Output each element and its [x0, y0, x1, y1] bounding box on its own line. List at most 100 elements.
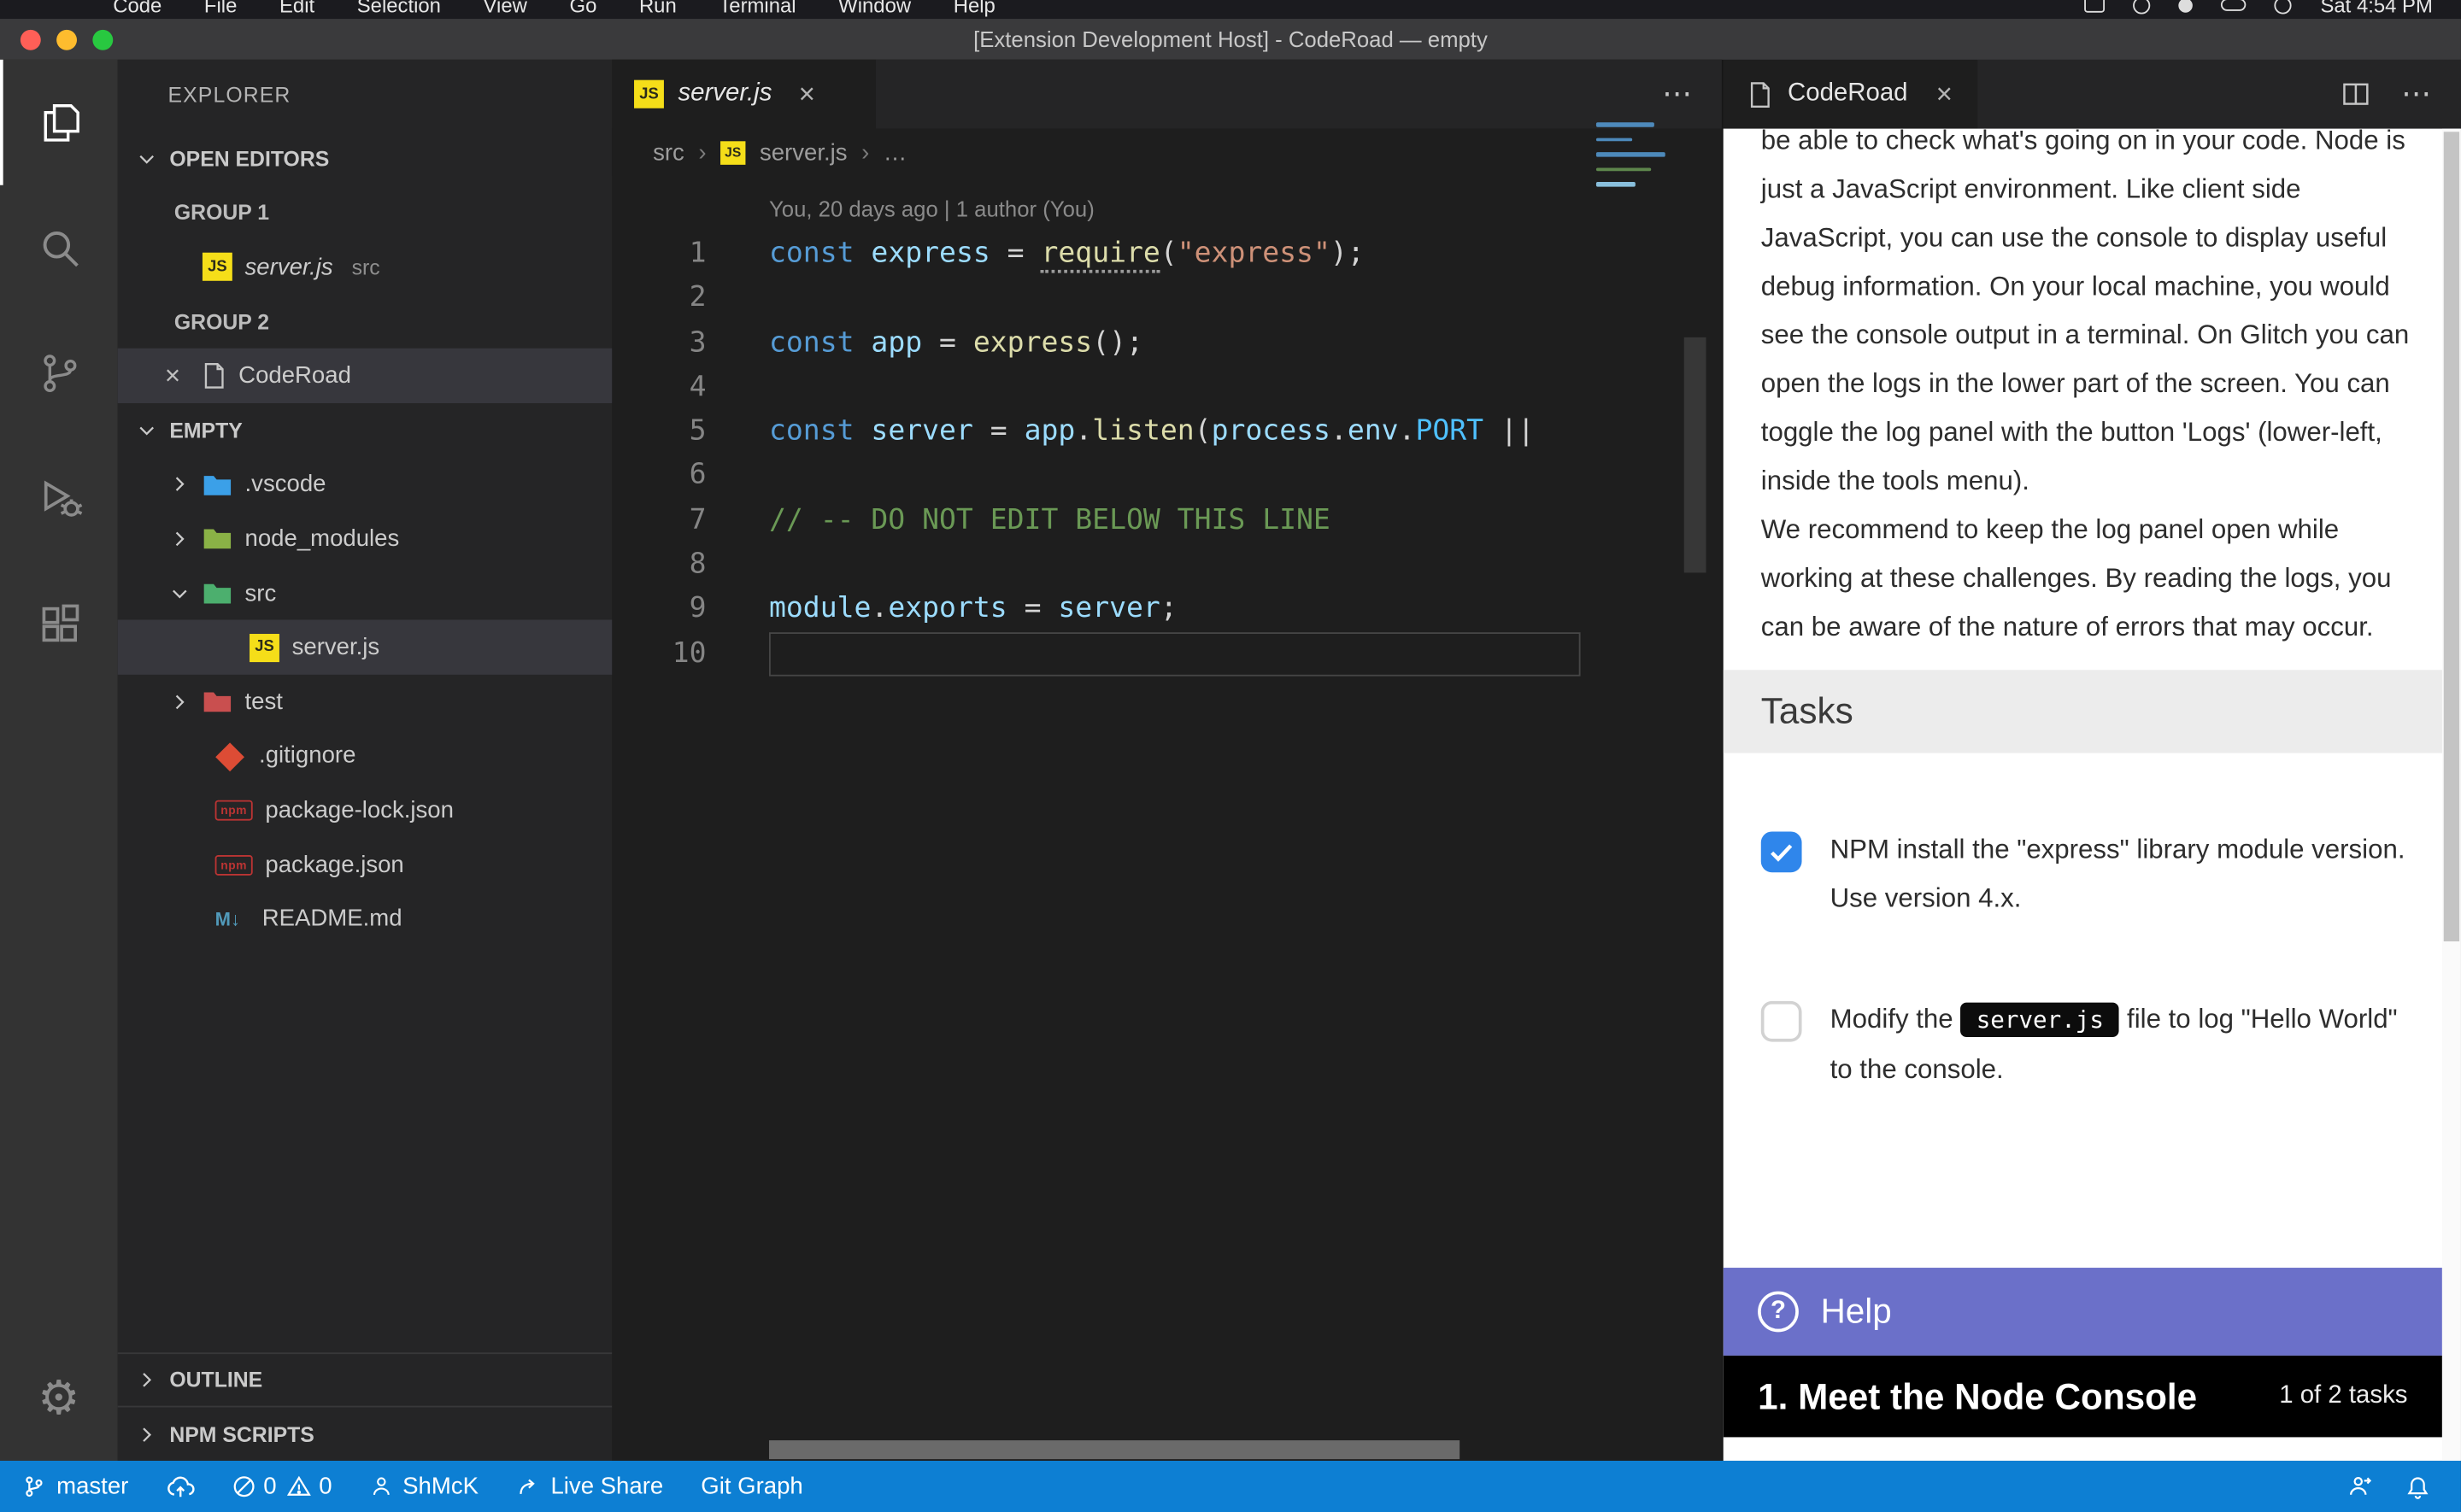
explorer-icon[interactable] [0, 60, 118, 185]
tutorial-paragraph: be able to check what's going on in your… [1761, 129, 2423, 506]
zoom-window-button[interactable] [92, 29, 113, 50]
menu-help[interactable]: Help [954, 0, 996, 16]
lesson-header: 1. Meet the Node Console 1 of 2 tasks [1724, 1356, 2442, 1438]
tree-item-node-modules[interactable]: node_modules [118, 512, 613, 566]
editor-vertical-scrollbar[interactable] [1684, 337, 1706, 573]
code-line[interactable]: 4 [612, 366, 1722, 410]
record-icon[interactable] [2179, 0, 2194, 12]
breadcrumb-src[interactable]: src [653, 139, 684, 166]
code-line[interactable]: 10 [612, 632, 1722, 677]
battery-icon[interactable] [2222, 0, 2247, 11]
menu-file[interactable]: File [204, 0, 237, 16]
vscode-window: Code File Edit Selection View Go Run Ter… [0, 0, 2461, 1512]
source-control-icon[interactable] [0, 311, 118, 437]
settings-gear-icon[interactable]: ⚙ [0, 1371, 118, 1426]
code-line[interactable]: 5const server = app.listen(process.env.P… [612, 410, 1722, 454]
tree-item-test[interactable]: test [118, 675, 613, 730]
task-item-modify-server: Modify the server.js file to log "Hello … [1761, 994, 2423, 1093]
macos-menubar: Code File Edit Selection View Go Run Ter… [0, 0, 2461, 19]
breadcrumb-file[interactable]: server.js [760, 139, 848, 166]
activity-bar: ⚙ [0, 60, 118, 1461]
menu-selection[interactable]: Selection [357, 0, 441, 16]
workspace-section-header[interactable]: EMPTY [118, 403, 613, 458]
control-center-icon[interactable] [2275, 0, 2292, 14]
help-section[interactable]: ? Help [1724, 1268, 2442, 1356]
tasks-header: Tasks [1724, 670, 2461, 753]
statusbar-user[interactable]: ShMcK [370, 1474, 479, 1500]
breadcrumb-symbol[interactable]: … [884, 139, 907, 166]
code-line[interactable]: 9module.exports = server; [612, 588, 1722, 632]
tree-item-serverjs[interactable]: JS server.js [118, 620, 613, 675]
statusbar-live-share[interactable]: Live Share [516, 1474, 663, 1500]
code-editor[interactable]: You, 20 days ago | 1 author (You) 1const… [612, 176, 1722, 1461]
code-line[interactable]: 1const express = require("express"); [612, 232, 1722, 277]
notifications-bell-icon[interactable] [2406, 1474, 2430, 1499]
menu-code[interactable]: Code [113, 0, 162, 16]
menu-window[interactable]: Window [838, 0, 911, 16]
tree-item-package-json[interactable]: npm package.json [118, 837, 613, 892]
webview-scrollbar[interactable] [2442, 129, 2461, 1461]
gitlens-annotation: You, 20 days ago | 1 author (You) [612, 176, 1722, 232]
file-icon [203, 363, 226, 390]
close-tab-icon[interactable]: × [799, 78, 815, 111]
editor-group-2-label: GROUP 2 [118, 295, 613, 349]
tree-item-gitignore[interactable]: .gitignore [118, 729, 613, 783]
code-line[interactable]: 6 [612, 454, 1722, 499]
open-editor-serverjs[interactable]: JS server.js src [118, 240, 613, 295]
markdown-icon: M↓ [215, 908, 250, 930]
more-actions-icon[interactable]: ⋯ [1662, 76, 1694, 112]
task-item-npm-install: NPM install the "express" library module… [1761, 825, 2423, 923]
webview-scrollbar-thumb[interactable] [2444, 132, 2459, 941]
statusbar-branch[interactable]: master [22, 1474, 129, 1500]
menu-edit[interactable]: Edit [279, 0, 314, 16]
js-file-icon: JS [250, 633, 279, 661]
editor-horizontal-scrollbar[interactable] [769, 1440, 1460, 1459]
statusbar-git-graph[interactable]: Git Graph [701, 1474, 802, 1500]
code-lines[interactable]: 1const express = require("express");23co… [612, 232, 1722, 677]
folder-icon [203, 581, 232, 606]
js-file-icon: JS [634, 80, 664, 108]
search-icon[interactable] [0, 185, 118, 311]
js-file-icon: JS [720, 140, 745, 164]
task-checkbox-unchecked[interactable] [1761, 1001, 1802, 1042]
inline-code-chip: server.js [1960, 1003, 2119, 1037]
code-line[interactable]: 7// -- DO NOT EDIT BELOW THIS LINE [612, 499, 1722, 543]
tree-item-readme[interactable]: M↓ README.md [118, 892, 613, 946]
screen-mirror-icon[interactable] [2085, 0, 2106, 13]
more-actions-icon[interactable]: ⋯ [2401, 76, 2433, 112]
run-debug-icon[interactable] [0, 437, 118, 562]
warnings-icon [287, 1474, 311, 1498]
menu-terminal[interactable]: Terminal [719, 0, 796, 16]
open-editors-header[interactable]: OPEN EDITORS [118, 132, 613, 186]
menu-go[interactable]: Go [569, 0, 596, 16]
extensions-icon[interactable] [0, 562, 118, 688]
code-line[interactable]: 2 [612, 277, 1722, 321]
sidebar-title: EXPLORER [118, 60, 613, 129]
split-editor-icon[interactable] [2341, 80, 2370, 108]
code-line[interactable]: 3const app = express(); [612, 321, 1722, 366]
task-checkbox-checked[interactable] [1761, 831, 1802, 872]
tab-serverjs[interactable]: JS server.js × [612, 60, 876, 129]
menubar-clock[interactable]: Sat 4:54 PM [2320, 0, 2432, 16]
close-tab-icon[interactable]: × [1936, 78, 1953, 111]
npm-scripts-section-header[interactable]: NPM SCRIPTS [118, 1406, 613, 1461]
tree-item-src[interactable]: src [118, 566, 613, 621]
menu-view[interactable]: View [484, 0, 527, 16]
panel-tab-bar: CodeRoad × ⋯ [1724, 60, 2461, 129]
code-line[interactable]: 8 [612, 543, 1722, 588]
statusbar-problems[interactable]: 0 0 [232, 1474, 332, 1500]
open-editor-coderoad[interactable]: × CodeRoad [118, 349, 613, 403]
editor-tab-bar: JS server.js × ⋯ [612, 60, 1722, 129]
close-window-button[interactable] [21, 29, 41, 50]
account-icon[interactable] [2348, 1474, 2372, 1498]
statusbar-sync[interactable] [166, 1474, 194, 1498]
tab-coderoad[interactable]: CodeRoad × [1724, 60, 1978, 129]
status-icon[interactable] [2134, 0, 2151, 14]
tree-item-vscode[interactable]: .vscode [118, 458, 613, 513]
menu-run[interactable]: Run [639, 0, 677, 16]
tree-item-package-lock[interactable]: npm package-lock.json [118, 783, 613, 838]
outline-section-header[interactable]: OUTLINE [118, 1352, 613, 1407]
minimap[interactable] [1593, 113, 1668, 254]
minimize-window-button[interactable] [56, 29, 77, 50]
close-editor-icon[interactable]: × [165, 360, 190, 392]
